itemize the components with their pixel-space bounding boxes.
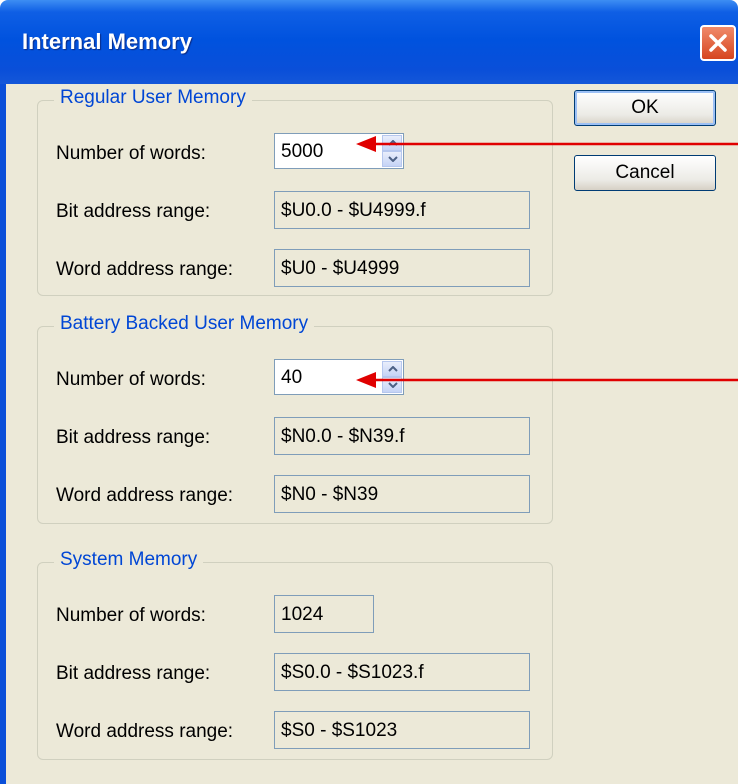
annotation-arrow-battery bbox=[356, 372, 738, 388]
window-left-border bbox=[0, 84, 6, 784]
system-memory-group: System Memory Number of words: 1024 Bit … bbox=[37, 549, 553, 760]
regular-bit-label: Bit address range: bbox=[56, 201, 211, 222]
close-button[interactable] bbox=[700, 25, 736, 61]
battery-bit-range-field: $N0.0 - $N39.f bbox=[274, 417, 530, 455]
battery-word-range-field: $N0 - $N39 bbox=[274, 475, 530, 513]
system-bit-label: Bit address range: bbox=[56, 663, 211, 684]
ok-button[interactable]: OK bbox=[574, 90, 716, 126]
system-word-label: Word address range: bbox=[56, 721, 234, 742]
dialog-title: Internal Memory bbox=[22, 29, 192, 54]
battery-word-label: Word address range: bbox=[56, 485, 234, 506]
battery-words-label: Number of words: bbox=[56, 369, 206, 390]
system-words-label: Number of words: bbox=[56, 605, 206, 626]
title-bar[interactable]: Internal Memory bbox=[0, 0, 738, 84]
system-words-field: 1024 bbox=[274, 595, 374, 633]
regular-words-label: Number of words: bbox=[56, 143, 206, 164]
battery-bit-label: Bit address range: bbox=[56, 427, 211, 448]
battery-memory-legend: Battery Backed User Memory bbox=[54, 313, 315, 335]
annotation-arrow-regular bbox=[356, 136, 738, 152]
battery-words-value: 40 bbox=[281, 367, 303, 388]
system-memory-legend: System Memory bbox=[54, 549, 204, 571]
annotation-arrows bbox=[356, 136, 738, 388]
regular-words-value: 5000 bbox=[281, 141, 324, 162]
close-icon bbox=[709, 34, 727, 52]
system-word-range-field: $S0 - $S1023 bbox=[274, 711, 530, 749]
internal-memory-dialog: Internal Memory Regular User Memory Numb… bbox=[0, 0, 738, 784]
regular-memory-legend: Regular User Memory bbox=[54, 87, 252, 109]
system-bit-range-field: $S0.0 - $S1023.f bbox=[274, 653, 530, 691]
regular-word-label: Word address range: bbox=[56, 259, 234, 280]
